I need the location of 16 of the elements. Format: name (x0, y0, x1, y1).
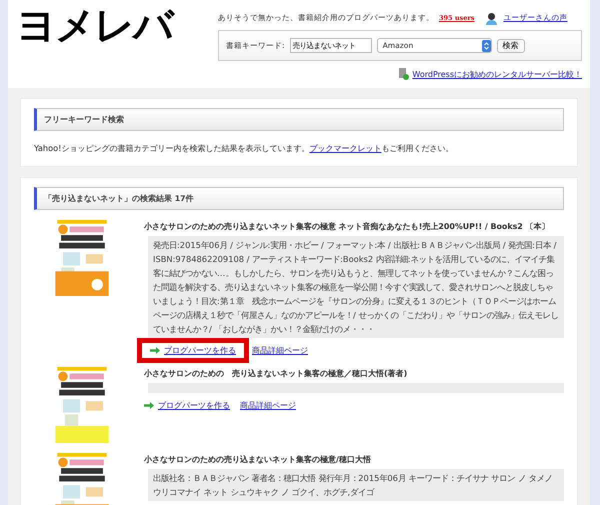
stepper-icon (482, 40, 491, 52)
search-button[interactable]: 検索 (496, 38, 525, 52)
arrow-icon (150, 346, 160, 354)
book-description: 発売日:2015年06月 / ジャンル:実用・ホビー / フォーマット:本 / 出版社:ＢＡＢジャパン出版局 / 発売国:日本 / ISBN:9784862209108 / アーティストキーワード:Books2 内容詳細:ネットを活用しているのに、イマイチ集客に結びつかない…。もしかしたら、サロンを売り込もうと、無理してネットを使っていませんか？こんな困った問題を解決する、売り込まないネット集客の極意を一挙公開！今すぐ実践して、愛されサロンへと脱皮しちゃいましょう！目次:第１章 残念ホームページを『サロンの分身』に変える１３のヒント（ＴＯＰページはホームページの店構え１秒で「何屋さん」なのかアピールを！/ せっかくの「こだわり」や「サロンの強み」伝えモレしていませんか？/ 「おしながき」かい！？金額だけのメ・・・ (148, 236, 564, 338)
blog-parts-link[interactable]: ブログパーツを作る (144, 400, 230, 410)
wordpress-link[interactable]: WordPressにお勧めのレンタルサーバー比較！ (412, 68, 582, 80)
detail-link[interactable]: 商品詳細ページ (240, 400, 296, 410)
detail-link[interactable]: 商品詳細ページ (252, 344, 308, 356)
info-text: Yahoo!ショッピングの書籍カテゴリー内を検索した結果を表示しています。ブックマークレット もご利用ください。 (34, 143, 454, 154)
user-icon (485, 12, 498, 24)
arrow-icon (144, 402, 154, 408)
blog-parts-link[interactable]: ブログパーツを作る (144, 344, 242, 356)
server-icon (398, 68, 410, 80)
bookmarklet-link[interactable]: ブックマークレット (309, 143, 382, 153)
logo[interactable]: ヨメレバ (8, 0, 206, 88)
book-description: 出版社名：ＢＡＢジャパン 著者名：穂口大悟 発行年月：2015年06月 キーワード：チイサナ サロン ノ タメノウリコマナイ ネット シュウキャク ノ ゴクイ、ホグチ,ダイゴ (148, 469, 564, 501)
